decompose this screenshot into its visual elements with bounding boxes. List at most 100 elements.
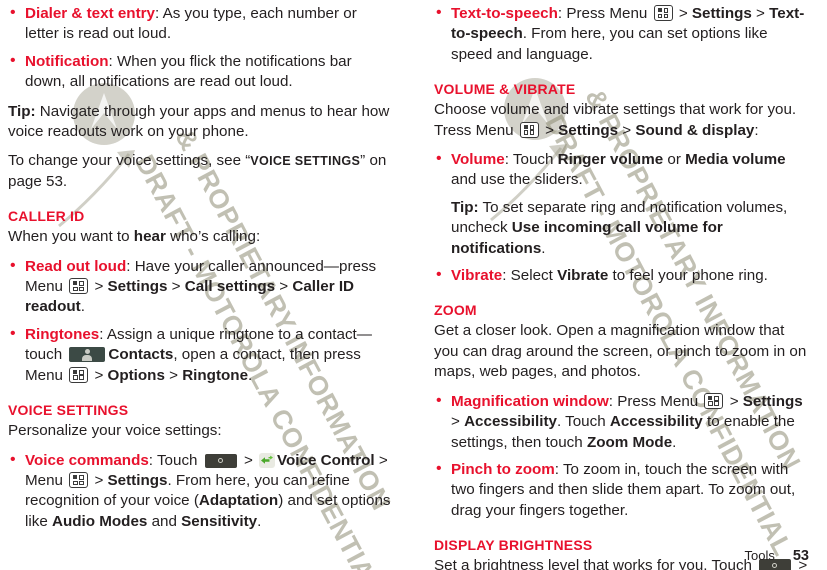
bullet-lead: Read out loud <box>25 257 127 275</box>
section-heading-volume-vibrate: VOLUME & VIBRATE <box>434 81 576 98</box>
volume-vibrate-intro: Choose volume and vibrate settings that … <box>434 100 808 141</box>
sep: > <box>451 413 465 431</box>
bullet-lead: Dialer & text entry <box>25 5 155 22</box>
term-audio-modes: Audio Modes <box>52 512 148 530</box>
list-item: Volume: Touch Ringer volume or Media vol… <box>434 149 808 259</box>
home-key-icon <box>204 453 237 468</box>
volume-vibrate-bullet-list: Volume: Touch Ringer volume or Media vol… <box>434 149 808 286</box>
intro-before: When you want to <box>8 228 134 246</box>
menu-path-call-settings: Call settings <box>184 278 276 296</box>
footer-section-label: Tools <box>744 548 775 563</box>
list-item: Voice commands: Touch > Voice Control > … <box>8 450 392 533</box>
sep: > <box>275 278 293 296</box>
app-name-contacts: Contacts <box>108 346 174 364</box>
menu-path-settings: Settings <box>107 471 168 489</box>
section-heading-voice-settings: VOICE SETTINGS <box>8 402 129 419</box>
bullet-text: : Press Menu <box>557 5 652 22</box>
menu-key-icon <box>69 471 89 488</box>
sep: > <box>725 392 743 410</box>
menu-path-options: Options <box>107 366 165 384</box>
caller-id-intro: When you want to hear who’s calling: <box>8 227 392 247</box>
bullet-lead: Volume <box>451 151 505 169</box>
para-text: Set a brightness level that works for yo… <box>434 557 757 570</box>
bullet-text: : Press Menu <box>608 392 703 410</box>
menu-path-settings: Settings <box>107 278 168 296</box>
period: . <box>80 298 85 316</box>
page-footer: Tools 53 <box>745 548 810 564</box>
tip-text: Navigate through your apps and menus to … <box>8 102 390 141</box>
caller-id-bullet-list: Read out loud: Have your caller announce… <box>8 256 392 386</box>
contacts-icon <box>69 347 106 363</box>
sep: > <box>90 278 108 296</box>
volume-tip: Tip: To set separate ring and notificati… <box>451 198 808 259</box>
zoom-intro: Get a closer look. Open a magnification … <box>434 322 807 381</box>
bullet-text: and use the sliders. <box>451 171 583 189</box>
menu-key-icon <box>69 366 89 383</box>
voice-settings-intro: Personalize your voice settings: <box>8 422 222 440</box>
tip-label: Tip: <box>8 102 36 120</box>
bullet-text: : Touch <box>504 151 558 169</box>
bullet-text: : Select <box>502 267 558 285</box>
period: . <box>248 366 253 384</box>
list-item: Ringtones: Assign a unique ringtone to a… <box>8 324 392 386</box>
menu-key-icon <box>653 5 673 21</box>
bullet-text: . Touch <box>556 413 610 431</box>
sep: > <box>618 121 636 139</box>
tip-label: Tip: <box>451 198 479 216</box>
manual-page: DRAFT - MOTOROLA CONFIDENTIAL & PROPRIET… <box>0 0 827 570</box>
bullet-text: : Touch <box>148 451 202 469</box>
bullet-lead: Notification <box>25 52 109 70</box>
sep: > <box>239 451 258 469</box>
menu-path-accessibility: Accessibility <box>464 413 557 431</box>
intro-bold: hear <box>133 228 166 246</box>
text-to-speech-bullet-list: Text-to-speech: Press Menu > Settings > … <box>434 3 808 65</box>
period: . <box>257 512 262 530</box>
term-adaptation: Adaptation <box>198 492 279 510</box>
sep: > <box>90 366 108 384</box>
menu-key-icon <box>704 392 724 409</box>
sep: > <box>167 278 185 296</box>
zoom-bullet-list: Magnification window: Press Menu > Setti… <box>434 391 808 521</box>
bullet-lead: Voice commands <box>25 451 149 469</box>
menu-path-settings: Settings <box>691 5 752 22</box>
menu-path-settings: Settings <box>558 121 619 139</box>
menu-path-sound-display: Sound & display <box>635 121 755 139</box>
menu-key-icon <box>69 278 89 295</box>
sep: > <box>164 366 183 384</box>
page-columns: Dialer & text entry: As you type, each n… <box>0 0 827 570</box>
list-item: Text-to-speech: Press Menu > Settings > … <box>434 3 808 65</box>
list-item: Vibrate: Select Vibrate to feel your pho… <box>434 265 808 286</box>
sep: > <box>90 471 108 489</box>
setting-ringer-volume: Ringer volume <box>557 151 664 169</box>
intro-after: who’s calling: <box>165 228 261 246</box>
right-column: Text-to-speech: Press Menu > Settings > … <box>408 3 808 570</box>
bullet-lead: Vibrate <box>451 267 503 285</box>
voice-settings-bullet-list: Voice commands: Touch > Voice Control > … <box>8 450 392 533</box>
menu-path-settings: Settings <box>742 392 803 410</box>
cross-reference-paragraph: To change your voice settings, see “VOIC… <box>8 151 392 192</box>
menu-path-ringtone: Ringtone <box>182 366 249 384</box>
bullet-lead: Text-to-speech <box>451 5 558 22</box>
voice-control-icon <box>259 452 276 468</box>
setting-media-volume: Media volume <box>685 151 786 169</box>
period: . <box>541 239 546 257</box>
intro-bullet-list: Dialer & text entry: As you type, each n… <box>8 3 392 93</box>
bullet-text: to feel your phone ring. <box>608 267 768 285</box>
bullet-lead: Magnification window <box>451 392 609 410</box>
app-name-voice-control: Voice Control <box>277 451 375 469</box>
footer-page-number: 53 <box>792 548 809 564</box>
setting-vibrate: Vibrate <box>557 267 609 285</box>
colon: : <box>754 121 759 139</box>
list-item: Magnification window: Press Menu > Setti… <box>434 391 808 453</box>
sep: or <box>663 151 686 169</box>
list-item: Dialer & text entry: As you type, each n… <box>8 3 392 45</box>
list-item: Pinch to zoom: To zoom in, touch the scr… <box>434 459 808 521</box>
xref-link[interactable]: VOICE SETTINGS <box>250 154 360 168</box>
xref-before: To change your voice settings, see “ <box>8 152 251 170</box>
sep: and <box>147 512 182 530</box>
sep: > <box>674 5 692 22</box>
period: . <box>672 433 677 451</box>
left-column: Dialer & text entry: As you type, each n… <box>8 3 408 570</box>
section-heading-zoom: ZOOM <box>434 302 477 319</box>
sep: > <box>540 121 559 139</box>
